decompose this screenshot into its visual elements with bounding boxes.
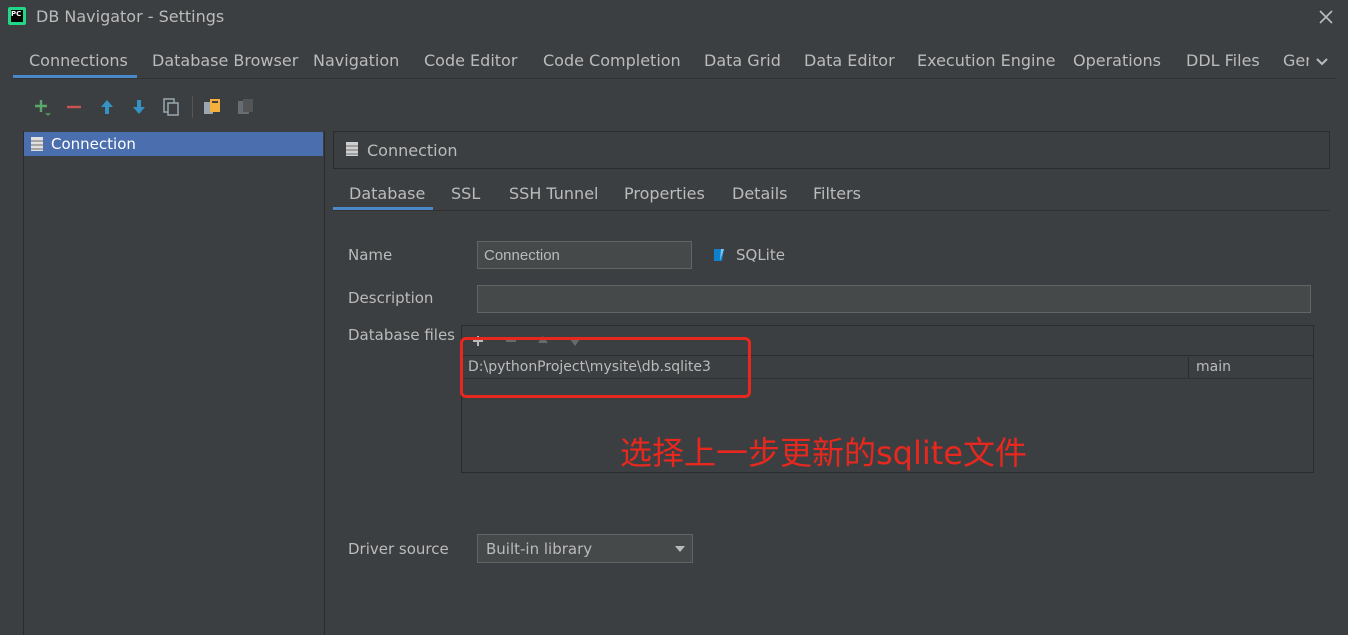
tab-properties[interactable]: Properties [624, 184, 705, 203]
file-schema-cell[interactable]: main [1196, 359, 1231, 375]
chevron-down-icon[interactable] [1310, 50, 1334, 74]
move-down-icon[interactable] [128, 96, 150, 118]
connection-header-title: Connection [367, 141, 458, 160]
app-icon-text: PC [11, 10, 23, 22]
description-field[interactable] [477, 285, 1311, 313]
close-icon[interactable] [1314, 5, 1338, 29]
window-title: DB Navigator - Settings [36, 7, 225, 26]
sqlite-icon [712, 247, 726, 267]
subtabs-divider [333, 210, 1330, 211]
database-files-label: Database files [348, 326, 455, 344]
tab-ddl-files[interactable]: DDL Files [1186, 44, 1260, 78]
name-label: Name [348, 246, 393, 264]
tab-database-browser[interactable]: Database Browser [152, 44, 298, 78]
tab-operations[interactable]: Operations [1073, 44, 1161, 78]
add-connection-icon[interactable] [31, 96, 53, 118]
connection-header: Connection [333, 131, 1330, 169]
database-icon [345, 141, 359, 161]
name-field[interactable] [477, 241, 692, 269]
tab-database[interactable]: Database [349, 184, 425, 203]
tab-ssl[interactable]: SSL [451, 184, 480, 203]
driver-source-dropdown[interactable]: Built-in library [477, 534, 693, 563]
annotation-text: 选择上一步更新的sqlite文件 [620, 434, 1028, 472]
database-type-label: SQLite [736, 246, 785, 264]
tab-execution-engine[interactable]: Execution Engine [917, 44, 1055, 78]
tab-navigation[interactable]: Navigation [313, 44, 399, 78]
driver-source-label: Driver source [348, 540, 449, 558]
pycharm-app-icon: PC [8, 7, 26, 25]
settings-tabs: Connections Database Browser Navigation … [13, 44, 1337, 80]
database-icon [30, 136, 44, 156]
list-item-connection[interactable]: Connection [24, 132, 323, 156]
description-label: Description [348, 289, 434, 307]
connections-list [23, 131, 325, 635]
duplicate-icon[interactable] [160, 96, 182, 118]
annotation-highlight-box [460, 337, 751, 398]
tab-data-grid[interactable]: Data Grid [704, 44, 781, 78]
driver-source-value: Built-in library [486, 540, 593, 558]
tab-general-clipped[interactable]: General [1283, 44, 1309, 78]
tab-code-completion[interactable]: Code Completion [543, 44, 681, 78]
tab-filters[interactable]: Filters [813, 184, 861, 203]
tab-ssh-tunnel[interactable]: SSH Tunnel [509, 184, 598, 203]
tab-data-editor[interactable]: Data Editor [804, 44, 895, 78]
remove-connection-icon[interactable] [63, 96, 85, 118]
copy-icon[interactable] [201, 96, 223, 118]
toolbar-separator [192, 96, 193, 118]
dropdown-arrow-icon [675, 546, 685, 552]
move-up-icon[interactable] [96, 96, 118, 118]
list-item-label: Connection [51, 135, 136, 153]
tabs-divider [13, 78, 1337, 79]
tab-code-editor[interactable]: Code Editor [424, 44, 517, 78]
tab-details[interactable]: Details [732, 184, 787, 203]
column-separator [1188, 357, 1189, 378]
paste-icon[interactable] [234, 96, 256, 118]
tab-connections[interactable]: Connections [29, 44, 128, 78]
